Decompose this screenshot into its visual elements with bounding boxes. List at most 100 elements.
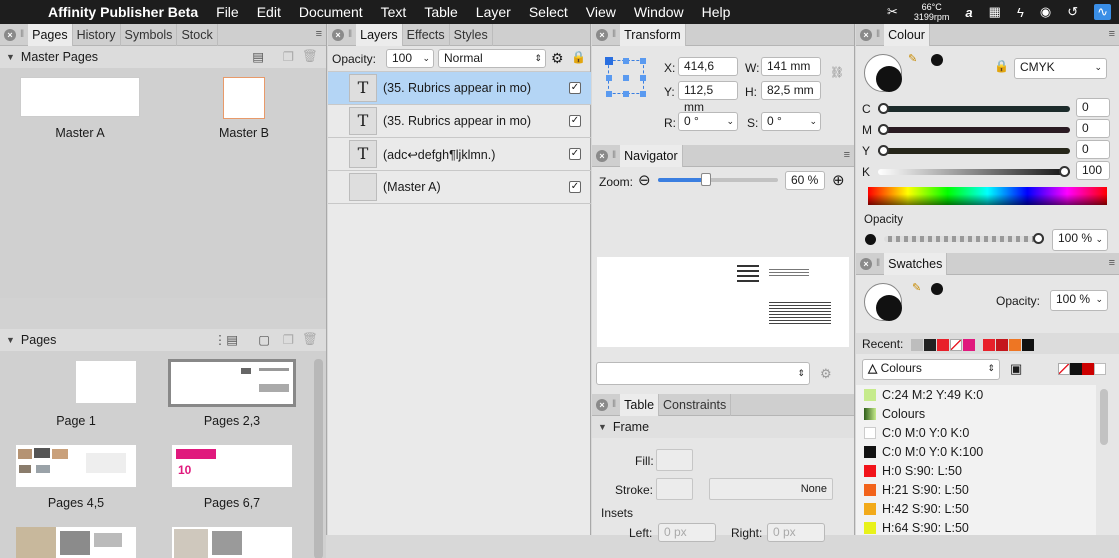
- close-panel-icon[interactable]: ×: [860, 257, 872, 270]
- black-swatch[interactable]: [1070, 363, 1082, 375]
- menu-table[interactable]: Table: [424, 4, 457, 20]
- link-icon[interactable]: ⛓: [830, 66, 844, 79]
- insert-pages-icon[interactable]: ⋮▤: [214, 332, 238, 347]
- recent-swatch[interactable]: [963, 339, 975, 351]
- chevron-down-icon[interactable]: ⌄: [1095, 291, 1103, 308]
- visibility-checkbox[interactable]: ✓: [569, 181, 581, 193]
- palette-select[interactable]: △ Colours ⇕: [862, 359, 1000, 380]
- tab-styles[interactable]: Styles: [450, 23, 493, 46]
- menu-view[interactable]: View: [586, 4, 616, 20]
- swatch-item[interactable]: H:42 S:90: L:50: [856, 499, 1096, 518]
- grip-icon[interactable]: ǁ: [20, 29, 24, 40]
- pages-10-11-thumbnail[interactable]: [172, 527, 292, 558]
- recent-swatch[interactable]: [911, 339, 923, 351]
- panel-menu-icon[interactable]: ≡: [844, 149, 850, 161]
- temperature-monitor[interactable]: 66°C 3199rpm: [914, 2, 950, 22]
- colour-model-select[interactable]: CMYK ⌄: [1014, 58, 1107, 79]
- x-field[interactable]: 414,6: [678, 57, 738, 76]
- opacity-field[interactable]: 100 % ⌄: [1052, 229, 1108, 251]
- chevron-down-icon[interactable]: ⌄: [1094, 59, 1102, 76]
- grip-icon[interactable]: ǁ: [348, 29, 352, 40]
- pages-header[interactable]: ▼ Pages ⋮▤ ▢ ❐ 🗑: [0, 329, 326, 351]
- shear-field[interactable]: 0 ° ⌄: [761, 112, 821, 131]
- magenta-slider[interactable]: [878, 124, 1070, 135]
- scissors-icon[interactable]: ✂: [887, 4, 898, 20]
- opacity-slider[interactable]: [884, 233, 1044, 244]
- swatch-item[interactable]: C:24 M:2 Y:49 K:0: [856, 385, 1096, 404]
- add-page-icon[interactable]: ▢: [258, 332, 270, 347]
- pages-4-5-thumbnail[interactable]: [16, 445, 136, 487]
- panel-menu-icon[interactable]: ≡: [1109, 28, 1115, 40]
- swatches-scrollbar[interactable]: [1100, 389, 1108, 445]
- tab-colour[interactable]: Colour: [884, 23, 930, 46]
- swatch-item[interactable]: H:0 S:90: L:50: [856, 461, 1096, 480]
- tab-layers[interactable]: Layers: [356, 23, 403, 46]
- close-panel-icon[interactable]: ×: [596, 28, 608, 41]
- layer-row[interactable]: (Master A) ✓: [328, 171, 591, 204]
- fill-swatch[interactable]: [656, 449, 693, 471]
- delete-page-icon[interactable]: 🗑: [302, 332, 318, 347]
- close-panel-icon[interactable]: ×: [332, 28, 344, 41]
- black-slider-handle[interactable]: [1059, 166, 1070, 177]
- zoom-out-icon[interactable]: ⊖: [638, 171, 651, 189]
- recent-swatch[interactable]: [937, 339, 949, 351]
- menu-file[interactable]: File: [216, 4, 239, 20]
- chevron-down-icon[interactable]: ⌄: [1095, 231, 1103, 248]
- pages-2-3-thumbnail[interactable]: [168, 359, 296, 407]
- w-field[interactable]: 141 mm: [761, 57, 821, 76]
- grip-icon[interactable]: ǁ: [876, 29, 880, 40]
- fill-colour-well[interactable]: [876, 66, 902, 92]
- swatch-item[interactable]: H:21 S:90: L:50: [856, 480, 1096, 499]
- tab-constraints[interactable]: Constraints: [659, 393, 732, 416]
- close-panel-icon[interactable]: ×: [4, 28, 16, 41]
- grip-icon[interactable]: ǁ: [612, 150, 616, 161]
- black-slider[interactable]: [878, 166, 1070, 177]
- zoom-field[interactable]: 60 %: [785, 171, 825, 190]
- cyan-field[interactable]: 0: [1076, 98, 1110, 117]
- yellow-slider-handle[interactable]: [878, 145, 889, 156]
- magenta-slider-handle[interactable]: [878, 124, 889, 135]
- time-machine-icon[interactable]: ↺: [1067, 4, 1078, 20]
- tab-navigator[interactable]: Navigator: [620, 144, 683, 167]
- navigator-preview[interactable]: [597, 257, 849, 347]
- gear-icon[interactable]: ⚙: [820, 366, 832, 382]
- zoom-in-icon[interactable]: ⊕: [832, 171, 845, 189]
- grip-icon[interactable]: ǁ: [612, 399, 616, 410]
- delete-master-icon[interactable]: 🗑: [302, 49, 318, 64]
- menu-text[interactable]: Text: [381, 4, 407, 20]
- master-a-thumbnail[interactable]: [20, 77, 140, 117]
- page-1-thumbnail[interactable]: [76, 361, 136, 403]
- master-pages-header[interactable]: ▼ Master Pages ▤ ❐ 🗑: [0, 46, 326, 68]
- recent-swatch[interactable]: [996, 339, 1008, 351]
- recent-swatch[interactable]: [924, 339, 936, 351]
- chevron-down-icon[interactable]: ⌄: [726, 113, 734, 130]
- colour-spectrum[interactable]: [868, 187, 1107, 205]
- collapse-triangle-icon[interactable]: ▼: [6, 335, 15, 345]
- pages-8-9-thumbnail[interactable]: [16, 527, 136, 558]
- blend-mode-select[interactable]: Normal ⇕: [438, 49, 546, 68]
- panel-menu-icon[interactable]: ≡: [316, 28, 322, 40]
- left-inset-field[interactable]: 0 px: [658, 523, 716, 542]
- duplicate-page-icon[interactable]: ❐: [283, 332, 294, 347]
- swatch-opacity-field[interactable]: 100 % ⌄: [1050, 290, 1108, 311]
- menu-layer[interactable]: Layer: [476, 4, 511, 20]
- fill-colour-well[interactable]: [876, 295, 902, 321]
- frame-section-header[interactable]: ▼ Frame: [592, 416, 854, 438]
- calculator-icon[interactable]: ▦: [989, 4, 1001, 20]
- alfred-icon[interactable]: a: [965, 5, 972, 20]
- tab-symbols[interactable]: Symbols: [121, 23, 178, 46]
- bolt-icon[interactable]: ϟ: [1017, 5, 1024, 20]
- tab-swatches[interactable]: Swatches: [884, 252, 948, 275]
- zoom-slider[interactable]: [658, 173, 778, 186]
- yellow-slider[interactable]: [878, 145, 1070, 156]
- yellow-field[interactable]: 0: [1076, 140, 1110, 159]
- recent-swatch[interactable]: [950, 339, 962, 351]
- zoom-slider-handle[interactable]: [701, 173, 711, 186]
- anchor-point-selector[interactable]: [605, 57, 646, 97]
- tab-stock[interactable]: Stock: [177, 23, 218, 46]
- collapse-triangle-icon[interactable]: ▼: [598, 422, 607, 432]
- chevron-down-icon[interactable]: ⌄: [422, 50, 430, 67]
- right-inset-field[interactable]: 0 px: [767, 523, 825, 542]
- menu-document[interactable]: Document: [299, 4, 363, 20]
- close-panel-icon[interactable]: ×: [596, 398, 608, 411]
